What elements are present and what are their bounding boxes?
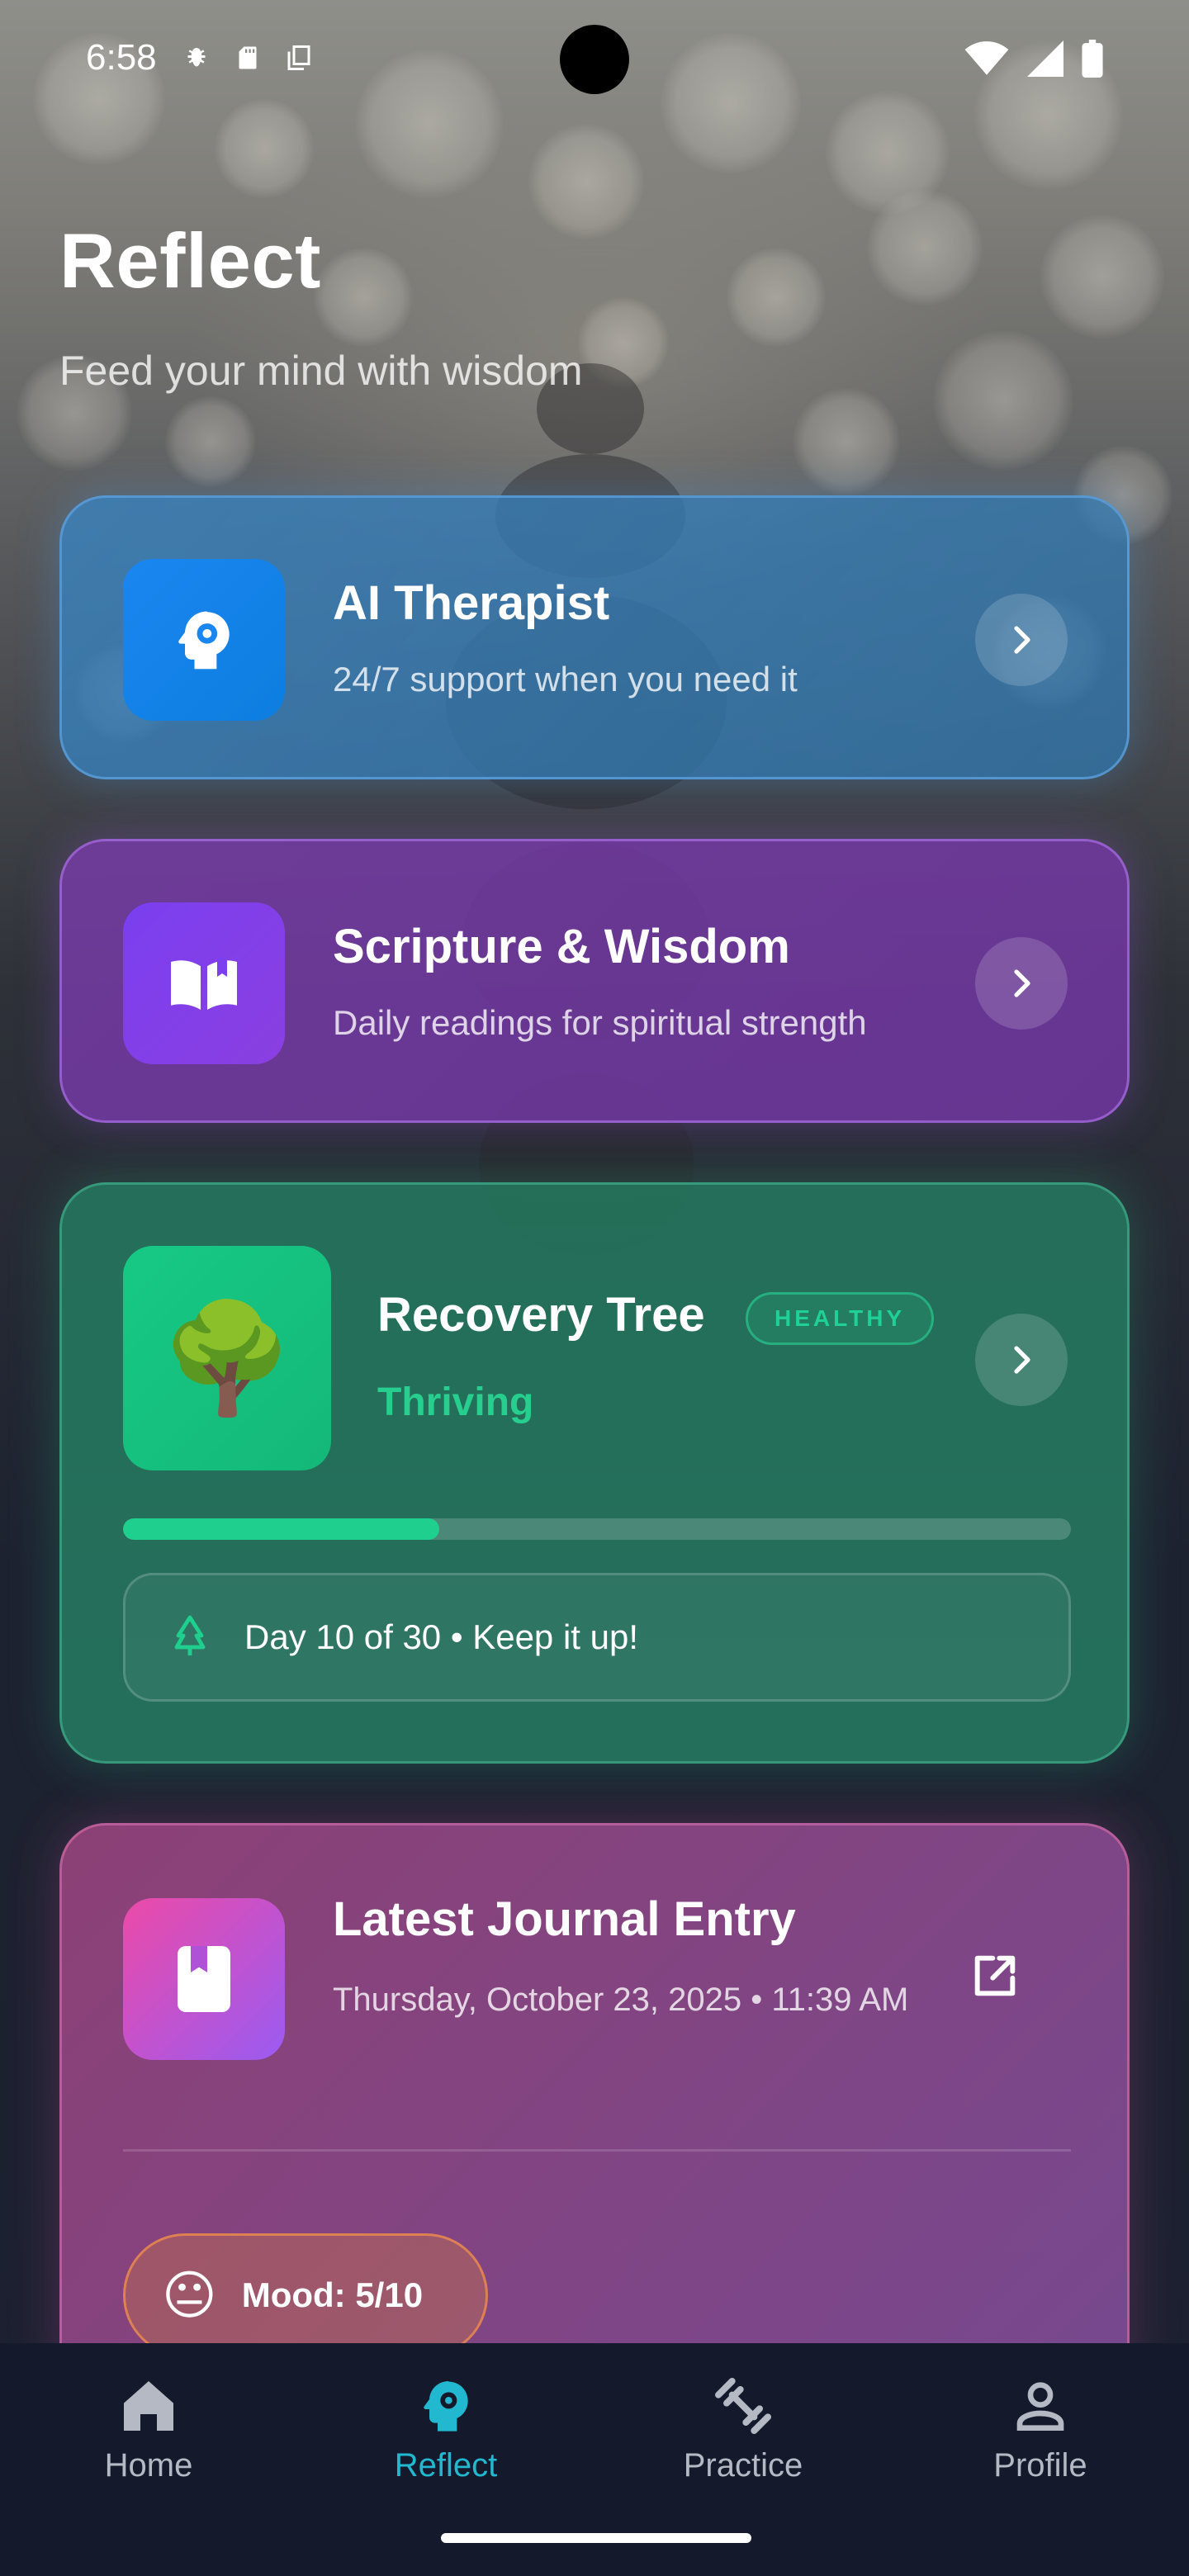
journal-date: Thursday, October 23, 2025 • 11:39 AM <box>333 1982 909 2018</box>
health-status-badge: HEALTHY <box>746 1292 935 1345</box>
scripture-subtitle: Daily readings for spiritual strength <box>333 1003 867 1042</box>
sd-card-icon <box>239 46 257 69</box>
recovery-tree-open-button[interactable] <box>975 1314 1068 1406</box>
head-gear-icon <box>424 2381 468 2432</box>
day-progress-box: Day 10 of 30 • Keep it up! <box>123 1573 1071 1702</box>
ai-therapist-card[interactable]: AI Therapist 24/7 support when you need … <box>59 495 1130 779</box>
chevron-right-icon <box>1014 969 1030 997</box>
tree-emoji-icon: 🌳 <box>160 1297 294 1418</box>
scripture-icon-box <box>123 902 285 1064</box>
home-indicator <box>441 2533 751 2543</box>
scripture-card[interactable]: Scripture & Wisdom Daily readings for sp… <box>59 839 1130 1123</box>
ai-therapist-title: AI Therapist <box>333 576 610 630</box>
nav-label-reflect: Reflect <box>394 2447 498 2484</box>
latest-journal-card[interactable]: Latest Journal Entry Thursday, October 2… <box>59 1823 1130 2401</box>
scripture-open-button[interactable] <box>975 937 1068 1030</box>
nav-item-profile[interactable]: Profile <box>892 2343 1189 2576</box>
chevron-right-icon <box>1014 626 1030 654</box>
mood-badge: 😐 Mood: 5/10 <box>123 2233 488 2357</box>
recovery-progress-fill <box>123 1518 439 1540</box>
head-gear-icon <box>178 611 230 670</box>
status-time: 6:58 <box>86 37 157 78</box>
journal-title: Latest Journal Entry <box>333 1892 796 1946</box>
ai-therapist-subtitle: 24/7 support when you need it <box>333 660 798 698</box>
debug-icon <box>187 48 206 67</box>
neutral-face-icon: 😐 <box>162 2265 217 2325</box>
scripture-title: Scripture & Wisdom <box>333 920 790 973</box>
ai-therapist-icon-box <box>123 559 285 721</box>
open-book-icon <box>171 957 237 1010</box>
home-icon <box>124 2381 173 2431</box>
chevron-right-icon <box>1014 1346 1030 1374</box>
day-progress-text: Day 10 of 30 • Keep it up! <box>244 1617 639 1656</box>
journal-book-icon <box>178 1946 230 2012</box>
page-subtitle: Feed your mind with wisdom <box>59 348 583 394</box>
camera-cutout <box>560 25 629 94</box>
nav-label-profile: Profile <box>993 2447 1087 2484</box>
recovery-tree-status: Thriving <box>377 1380 534 1424</box>
recovery-progress-bar <box>123 1518 1071 1540</box>
tree-outline-icon <box>174 1615 206 1655</box>
status-notification-icons <box>182 41 314 74</box>
person-icon <box>1016 2382 1064 2431</box>
tree-icon-box: 🌳 <box>123 1246 331 1470</box>
dumbbell-icon <box>715 2378 771 2434</box>
status-system-icons <box>964 40 1103 78</box>
ai-therapist-open-button[interactable] <box>975 594 1068 686</box>
journal-icon-box <box>123 1898 285 2060</box>
open-external-icon[interactable] <box>969 1949 1021 2002</box>
nav-label-home: Home <box>104 2447 193 2484</box>
recovery-tree-title: Recovery Tree <box>377 1288 705 1342</box>
nav-label-practice: Practice <box>683 2447 803 2484</box>
page-title: Reflect <box>59 217 321 304</box>
wifi-icon <box>964 41 1009 75</box>
screenshot-icon <box>287 45 310 70</box>
signal-icon <box>1027 40 1063 77</box>
battery-icon <box>1082 40 1103 78</box>
nav-item-home[interactable]: Home <box>0 2343 297 2576</box>
journal-divider <box>123 2149 1071 2152</box>
status-bar: 6:58 <box>0 0 1189 116</box>
mood-text: Mood: 5/10 <box>241 2275 424 2314</box>
recovery-tree-card[interactable]: 🌳 Recovery Tree HEALTHY Thriving Day 10 … <box>59 1182 1130 1764</box>
